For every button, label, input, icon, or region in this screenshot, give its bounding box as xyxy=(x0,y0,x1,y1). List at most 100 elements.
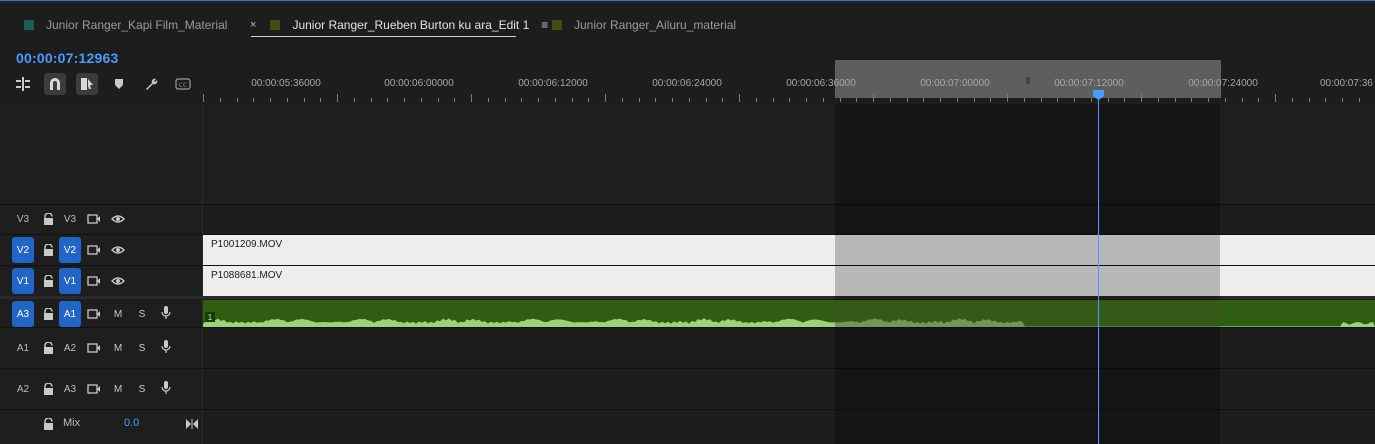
ruler-tick xyxy=(1342,98,1343,102)
ruler-tick xyxy=(773,98,774,102)
lock-icon[interactable] xyxy=(40,273,56,289)
lock-icon[interactable] xyxy=(40,242,56,258)
ruler-tick xyxy=(990,98,991,102)
track-separator xyxy=(0,204,1375,205)
source-patch-a1[interactable]: A1 xyxy=(12,335,34,361)
tab-kapi-film-material[interactable]: Junior Ranger_Kapi Film_Material xyxy=(24,14,227,36)
go-to-in-out-icon[interactable] xyxy=(184,416,200,432)
target-track-a3[interactable]: A3 xyxy=(59,376,81,402)
ruler-tick xyxy=(1041,98,1042,102)
waveform-path xyxy=(203,318,1375,327)
sync-lock-icon[interactable] xyxy=(86,306,102,322)
solo-button[interactable]: S xyxy=(134,306,150,322)
ruler-tick xyxy=(739,94,740,102)
work-area-grip-icon[interactable]: ⦀ xyxy=(1026,76,1030,87)
ruler-tick xyxy=(1275,94,1276,102)
ruler-time-label: 00:00:07:12000 xyxy=(1054,78,1124,89)
audio-waveform xyxy=(203,318,1375,327)
target-track-a2[interactable]: A2 xyxy=(59,335,81,361)
target-track-a1[interactable]: A1 xyxy=(59,301,81,327)
ruler-tick xyxy=(270,98,271,102)
ruler-tick xyxy=(538,98,539,102)
captions-icon[interactable]: CC xyxy=(172,73,194,95)
ruler-tick xyxy=(521,98,522,102)
tab-color-swatch xyxy=(270,20,281,30)
ruler-time-label: 00:00:06:00000 xyxy=(384,78,454,89)
linked-selection-icon[interactable] xyxy=(76,73,98,95)
ruler-tick xyxy=(1325,98,1326,102)
sync-lock-icon[interactable] xyxy=(86,340,102,356)
ruler-tick xyxy=(253,98,254,102)
target-track-v1[interactable]: V1 xyxy=(59,268,81,294)
eye-icon[interactable] xyxy=(110,242,126,258)
lock-icon[interactable] xyxy=(40,381,56,397)
ruler-tick xyxy=(438,98,439,102)
tab-label: Junior Ranger_Rueben Burton ku ara_Edit … xyxy=(292,18,530,32)
eye-icon[interactable] xyxy=(110,211,126,227)
ruler-tick xyxy=(840,98,841,102)
target-track-v2[interactable]: V2 xyxy=(59,237,81,263)
microphone-icon[interactable] xyxy=(158,305,174,321)
ruler-time-label: 00:00:07:00000 xyxy=(920,78,990,89)
tab-menu-icon[interactable]: ≡ xyxy=(541,18,548,32)
ruler-tick xyxy=(940,98,941,102)
mute-button[interactable]: M xyxy=(110,306,126,322)
ruler-tick xyxy=(856,98,857,102)
add-marker-icon[interactable] xyxy=(108,73,130,95)
ruler-tick xyxy=(1191,98,1192,102)
source-patch-v1[interactable]: V1 xyxy=(12,268,34,294)
sync-lock-icon[interactable] xyxy=(86,381,102,397)
ruler-tick xyxy=(957,98,958,102)
mute-button[interactable]: M xyxy=(110,340,126,356)
ruler-tick xyxy=(1242,98,1243,102)
lock-icon[interactable] xyxy=(40,416,56,432)
ruler-tick xyxy=(706,98,707,102)
sync-lock-icon[interactable] xyxy=(86,273,102,289)
ruler-time-label: 00:00:06:12000 xyxy=(518,78,588,89)
eye-icon[interactable] xyxy=(110,273,126,289)
source-patch-a3[interactable]: A3 xyxy=(12,301,34,327)
ruler-tick xyxy=(1208,98,1209,102)
ruler-tick xyxy=(454,98,455,102)
lock-icon[interactable] xyxy=(40,340,56,356)
target-track-v3[interactable]: V3 xyxy=(59,206,81,232)
ruler-tick xyxy=(923,98,924,102)
time-ruler[interactable]: 00:00:05:36000 00:00:06:00000 00:00:06:1… xyxy=(203,60,1375,102)
source-patch-v2[interactable]: V2 xyxy=(12,237,34,263)
ruler-tick xyxy=(404,98,405,102)
tab-close-icon[interactable]: × xyxy=(250,19,256,31)
lock-icon[interactable] xyxy=(40,306,56,322)
ruler-tick xyxy=(873,94,874,102)
track-separator xyxy=(0,409,1375,410)
lock-icon[interactable] xyxy=(40,211,56,227)
sync-lock-icon[interactable] xyxy=(86,242,102,258)
ruler-tick xyxy=(622,98,623,102)
solo-button[interactable]: S xyxy=(134,381,150,397)
ruler-tick xyxy=(1057,98,1058,102)
tab-color-swatch xyxy=(24,20,34,30)
active-tab-underline xyxy=(251,36,516,37)
tab-color-swatch xyxy=(552,20,562,30)
ruler-tick xyxy=(371,98,372,102)
mute-button[interactable]: M xyxy=(110,381,126,397)
snap-magnet-icon[interactable] xyxy=(44,73,66,95)
source-patch-v3[interactable]: V3 xyxy=(12,206,34,232)
solo-button[interactable]: S xyxy=(134,340,150,356)
tab-rueben-burton-edit[interactable]: × Junior Ranger_Rueben Burton ku ara_Edi… xyxy=(250,14,548,36)
wrench-settings-icon[interactable] xyxy=(140,73,162,95)
sync-lock-icon[interactable] xyxy=(86,211,102,227)
playhead-line[interactable] xyxy=(1098,100,1099,444)
insert-track-icon[interactable] xyxy=(12,73,34,95)
source-patch-a2[interactable]: A2 xyxy=(12,376,34,402)
microphone-icon[interactable] xyxy=(158,380,174,396)
tab-ailuru-material[interactable]: Junior Ranger_Ailuru_material xyxy=(552,14,736,36)
mix-label: Mix xyxy=(63,417,81,429)
ruler-tick xyxy=(354,98,355,102)
microphone-icon[interactable] xyxy=(158,339,174,355)
ruler-tick xyxy=(304,98,305,102)
playhead-timecode[interactable]: 00:00:07:12963 xyxy=(16,50,118,66)
ruler-tick xyxy=(421,98,422,102)
ruler-tick xyxy=(572,98,573,102)
mix-volume-value[interactable]: 0.0 xyxy=(124,417,139,429)
ruler-tick xyxy=(722,98,723,102)
